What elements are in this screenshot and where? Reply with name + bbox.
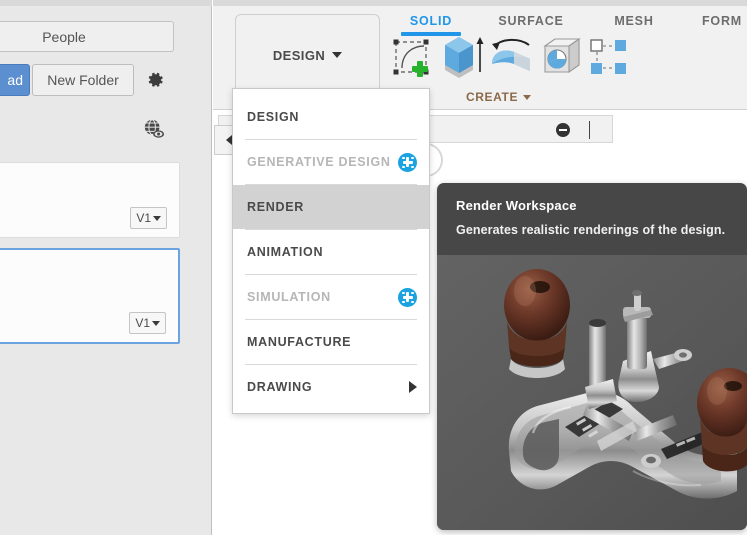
chevron-right-icon bbox=[409, 381, 417, 393]
ribbon-panel-create-label[interactable]: CREATE bbox=[466, 90, 532, 104]
tab-form-label: FORM bbox=[702, 14, 742, 28]
version-label: V1 bbox=[135, 316, 150, 330]
upload-button-label: ad bbox=[7, 72, 23, 88]
gear-icon[interactable] bbox=[144, 69, 166, 91]
menu-item-label: ANIMATION bbox=[247, 245, 324, 259]
premium-badge-icon bbox=[398, 287, 417, 307]
tooltip-description: Generates realistic renderings of the de… bbox=[456, 223, 726, 237]
menu-item-label: DESIGN bbox=[247, 110, 300, 124]
menu-item-animation[interactable]: ANIMATION bbox=[233, 230, 429, 274]
menu-item-design[interactable]: DESIGN bbox=[233, 95, 429, 139]
sweep-icon[interactable] bbox=[535, 34, 587, 82]
tab-people-label: People bbox=[42, 28, 86, 45]
create-sketch-icon[interactable] bbox=[388, 34, 440, 82]
pattern-icon[interactable] bbox=[584, 34, 636, 82]
menu-item-manufacture[interactable]: MANUFACTURE bbox=[233, 320, 429, 364]
tab-people[interactable]: People bbox=[0, 21, 174, 52]
file-card[interactable]: V1 bbox=[0, 248, 180, 344]
app-window: People ad New Folder V1 V1 DESIGN SOLID … bbox=[0, 0, 747, 535]
version-badge[interactable]: V1 bbox=[129, 312, 166, 334]
chevron-down-icon bbox=[152, 320, 160, 326]
minus-circle-icon[interactable] bbox=[556, 123, 570, 137]
workspace-dropdown-menu[interactable]: DESIGN GENERATIVE DESIGN RENDER ANIMATIO… bbox=[232, 88, 430, 414]
new-folder-button[interactable]: New Folder bbox=[32, 64, 134, 96]
menu-item-drawing[interactable]: DRAWING bbox=[233, 365, 429, 409]
globe-eye-icon[interactable] bbox=[142, 118, 166, 140]
tooltip-render-workspace: Render Workspace Generates realistic ren… bbox=[437, 183, 747, 530]
version-label: V1 bbox=[136, 211, 151, 225]
menu-item-label: DRAWING bbox=[247, 380, 313, 394]
menu-item-label: GENERATIVE DESIGN bbox=[247, 155, 391, 169]
tab-surface[interactable]: SURFACE bbox=[491, 14, 571, 28]
extrude-icon[interactable] bbox=[437, 34, 489, 82]
menu-item-label: SIMULATION bbox=[247, 290, 331, 304]
workspace-switcher-label: DESIGN bbox=[272, 47, 326, 63]
panel-top-strip bbox=[0, 0, 212, 6]
chevron-down-icon bbox=[153, 215, 161, 221]
data-panel: People ad New Folder V1 V1 bbox=[0, 0, 212, 535]
chevron-down-icon bbox=[523, 94, 532, 100]
tab-form[interactable]: FORM bbox=[691, 14, 747, 28]
tab-surface-label: SURFACE bbox=[498, 14, 564, 28]
menu-item-label: RENDER bbox=[247, 200, 304, 214]
workspace-switcher-button[interactable]: DESIGN bbox=[235, 14, 380, 96]
revolve-icon[interactable] bbox=[486, 34, 538, 82]
chevron-down-icon bbox=[332, 52, 343, 58]
upload-button[interactable]: ad bbox=[0, 64, 30, 96]
menu-item-render[interactable]: RENDER bbox=[233, 185, 429, 229]
menu-item-simulation[interactable]: SIMULATION bbox=[233, 275, 429, 319]
new-folder-button-label: New Folder bbox=[47, 72, 119, 88]
tab-solid[interactable]: SOLID bbox=[396, 14, 466, 28]
create-label-text: CREATE bbox=[466, 90, 519, 104]
premium-badge-icon bbox=[398, 152, 417, 172]
tab-mesh[interactable]: MESH bbox=[603, 14, 665, 28]
menu-item-generative-design[interactable]: GENERATIVE DESIGN bbox=[233, 140, 429, 184]
tooltip-title: Render Workspace bbox=[456, 198, 577, 213]
tab-mesh-label: MESH bbox=[614, 14, 654, 28]
text-cursor bbox=[589, 121, 590, 139]
rendered-router-plane-image bbox=[437, 255, 747, 530]
tab-solid-label: SOLID bbox=[409, 14, 453, 28]
menu-item-label: MANUFACTURE bbox=[247, 335, 352, 349]
version-badge[interactable]: V1 bbox=[130, 207, 167, 229]
file-card[interactable]: V1 bbox=[0, 162, 180, 238]
